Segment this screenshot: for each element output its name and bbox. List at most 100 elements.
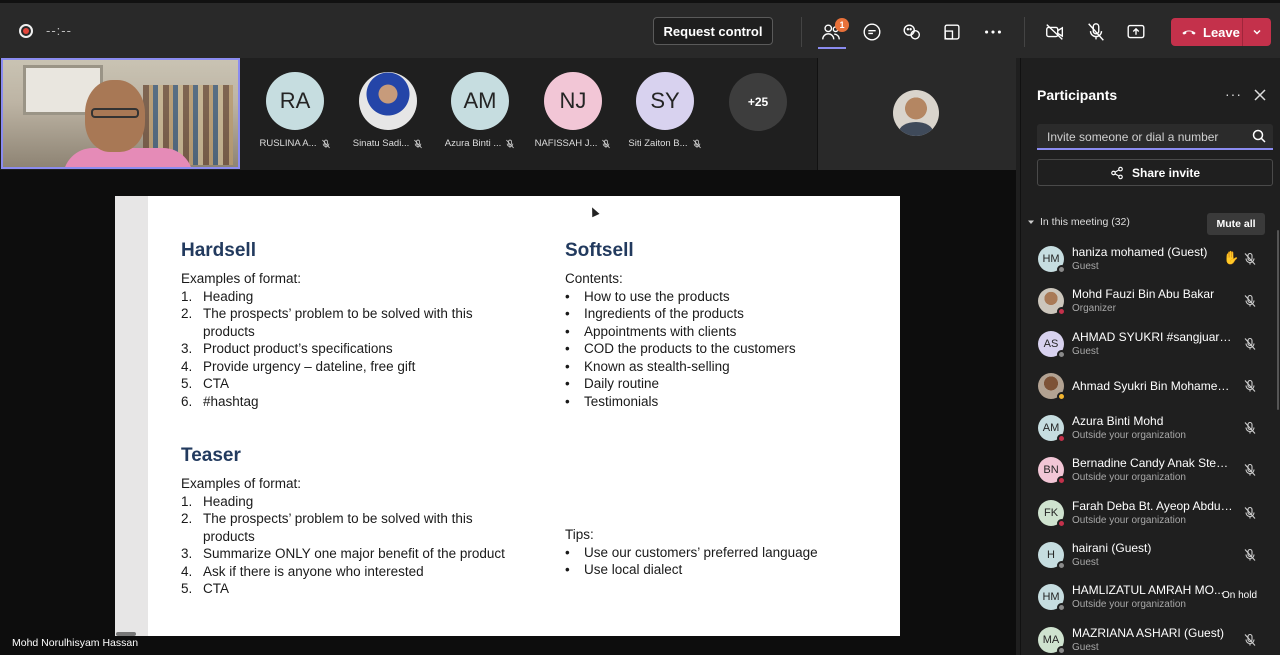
share-icon [1111,166,1123,179]
participant-tile[interactable]: NJ NAFISSAH J... [533,72,613,149]
camera-off-icon[interactable] [1042,19,1068,45]
participant-row[interactable]: HM haniza mohamed (Guest) Guest ✋ [1021,240,1279,282]
chevron-down-icon[interactable] [1243,27,1271,37]
participant-row[interactable]: Hhairani (Guest) Guest [1021,536,1279,578]
share-invite-button[interactable]: Share invite [1037,159,1273,186]
leave-main[interactable]: Leave [1171,18,1243,46]
bullet-icon: • [565,288,570,304]
self-video-feed[interactable] [1,58,240,169]
participant-row[interactable]: Ahmad Syukri Bin Mohamed ... [1021,367,1279,409]
more-participants-tile[interactable]: +25 [729,73,787,131]
mute-all-button[interactable]: Mute all [1207,213,1265,235]
mic-off-icon[interactable] [1243,379,1257,393]
mic-off-icon[interactable] [1243,463,1257,477]
bullet-icon: • [565,562,570,578]
tips-list: • Use our customers’ preferred language • U… [565,544,885,579]
participant-row[interactable]: MA MAZRIANA ASHARI (Guest) Guest [1021,621,1279,655]
mic-off-icon[interactable] [1243,337,1257,351]
participant-row[interactable]: Mohd Fauzi Bin Abu Bakar Organizer [1021,282,1279,324]
participant-name: MAZRIANA ASHARI (Guest) [1072,625,1225,640]
participant-row[interactable]: AS AHMAD SYUKRI #sangjuara (... Guest [1021,325,1279,367]
bullet-icon: • [565,341,570,357]
speaker-video-panel[interactable] [817,58,1016,170]
mic-off-icon[interactable] [1243,633,1257,647]
participant-row[interactable]: BN Bernadine Candy Anak Steph... Outside y… [1021,451,1279,493]
share-screen-icon[interactable] [1123,19,1149,45]
participant-tile[interactable]: Sinatu Sadi... [348,72,428,149]
list-text: Product product’s specifications [203,341,393,357]
search-icon[interactable] [1251,128,1267,144]
mic-off-icon[interactable] [1083,19,1109,45]
participant-row[interactable]: FK Farah Deba Bt. Ayeop Abdul ... Outside … [1021,494,1279,536]
list-number: 4. [181,563,193,579]
participant-row[interactable]: HM HAMLIZATUL AMRAH MO... Outside your org… [1021,578,1279,620]
participant-tile-name: Azura Binti ... [440,138,520,149]
participant-role: Organizer [1072,303,1116,315]
list-text: Testimonials [584,394,659,410]
toolbar-divider [1024,17,1025,47]
bullet-icon: • [565,544,570,560]
avatar-initials: HM [1042,253,1060,265]
meeting-toolbar: --:-- Request control 1 Leave [0,0,1280,58]
presence-status-icon [1057,265,1066,274]
video-person-glasses [91,108,139,118]
list-text: The prospects’ problem to be solved with… [203,306,473,339]
invite-search-input[interactable] [1047,128,1247,146]
list-text: Ask if there is anyone who interested [203,563,424,579]
list-item: 1. Heading [181,288,511,306]
list-item: • Use local dialect [565,561,885,579]
request-control-button[interactable]: Request control [653,17,773,45]
meeting-timer: --:-- [46,23,72,38]
teams-meeting-window: --:-- Request control 1 Leave RA RUSLINA… [0,0,1280,655]
list-number: 5. [181,581,193,597]
list-number: 6. [181,394,193,410]
close-icon[interactable] [1253,88,1267,102]
avatar: AM [1038,415,1066,444]
participant-name: Azura Binti Mohd [1072,414,1164,429]
participant-role: Guest [1072,345,1099,357]
avatar: HM [1038,584,1066,613]
chat-icon[interactable] [859,19,885,45]
avatar [1038,288,1066,317]
participant-tile-name: NAFISSAH J... [533,138,613,149]
meeting-group-toggle[interactable]: In this meeting (32) [1027,216,1130,228]
participant-tile[interactable]: AM Azura Binti ... [440,72,520,149]
participant-tile[interactable]: RA RUSLINA A... [255,72,335,149]
stage-scroll-handle[interactable] [116,632,136,636]
invite-search-box[interactable] [1037,124,1273,150]
list-number: 5. [181,376,193,392]
more-actions-icon[interactable] [980,19,1006,45]
list-text: Use local dialect [584,562,683,578]
presence-status-icon [1057,518,1066,528]
mic-off-icon[interactable] [1243,252,1257,266]
mic-off-icon[interactable] [1243,548,1257,562]
mic-off-icon[interactable] [1243,421,1257,435]
list-text: Appointments with clients [584,323,737,339]
participant-row[interactable]: AM Azura Binti Mohd Outside your organizat… [1021,409,1279,451]
participant-tile[interactable]: SY Siti Zaiton B... [625,72,705,149]
rooms-icon[interactable] [939,19,965,45]
participant-avatar: AM [451,72,509,130]
video-person-shirt [63,148,193,167]
avatar: AS [1038,330,1066,359]
mic-off-icon[interactable] [1243,294,1257,308]
active-indicator [818,47,846,49]
leave-button[interactable]: Leave [1171,18,1271,46]
reactions-icon[interactable] [899,19,925,45]
mic-off-icon[interactable] [1243,506,1257,520]
participant-name: Mohd Fauzi Bin Abu Bakar [1072,287,1215,302]
panel-more-icon[interactable]: ··· [1225,86,1242,102]
participant-name: hairani (Guest) [1072,541,1152,556]
participant-tile-label: RUSLINA A... [259,138,317,149]
participant-tile-label: Sinatu Sadi... [352,138,410,149]
people-badge: 1 [835,18,849,32]
avatar: H [1038,542,1066,571]
mic-off-icon [321,139,331,149]
panel-scrollbar[interactable] [1277,230,1279,410]
participant-name: Ahmad Syukri Bin Mohamed ... [1072,378,1234,393]
participant-list: HM haniza mohamed (Guest) Guest ✋ Mohd Fauzi… [1021,240,1279,655]
avatar-initials: H [1047,549,1055,562]
avatar: HM [1038,246,1066,274]
list-number: 3. [181,546,193,562]
avatar-initials: AS [1043,337,1059,350]
